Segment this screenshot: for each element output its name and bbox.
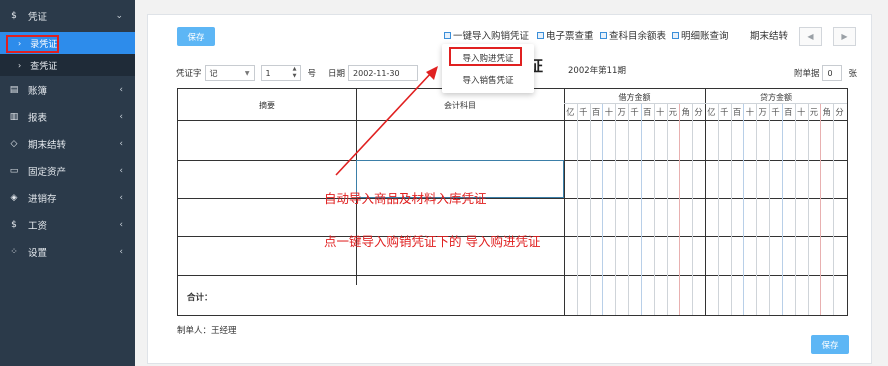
arrow-line [335, 71, 433, 176]
arrow-head [426, 66, 438, 80]
annotation-line1: 自动导入商品及材料入库凭证 [324, 191, 487, 206]
annotation-line2: 点一键导入购销凭证下的 导入购进凭证 [324, 234, 541, 249]
arrow-annotation [335, 66, 438, 176]
